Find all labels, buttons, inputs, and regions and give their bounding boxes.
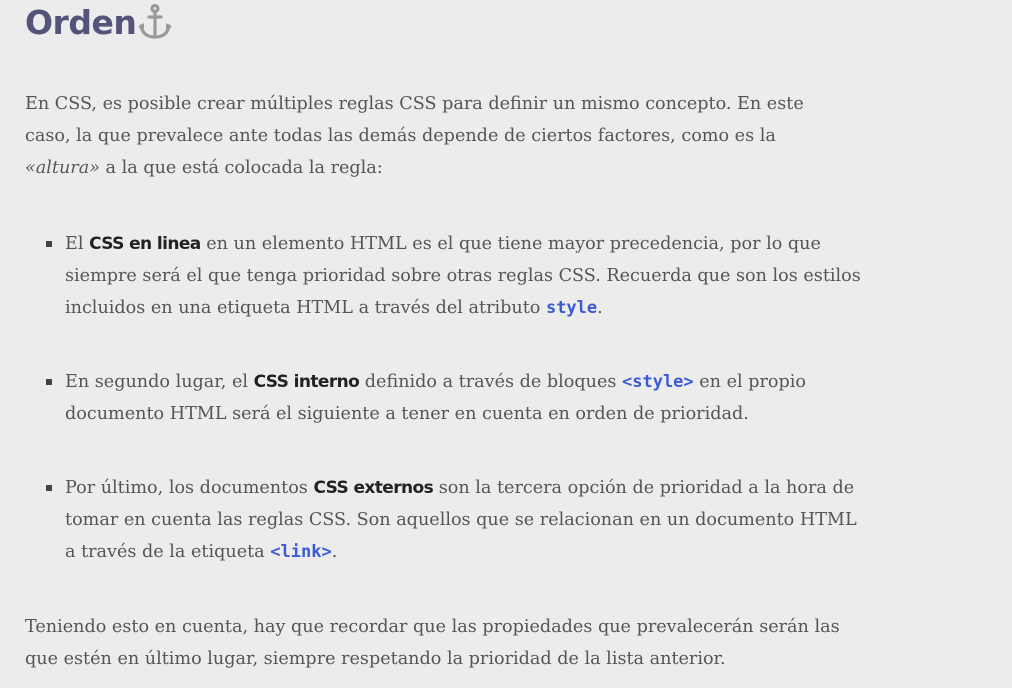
list-item-text: . (331, 542, 338, 562)
intro-paragraph: En CSS, es posible crear múltiples regla… (25, 88, 845, 184)
bullet-icon (46, 379, 52, 385)
priority-list-item-3-wrap: Por último, los documentos CSS externos … (46, 472, 865, 568)
list-item-strong: CSS en linea (89, 234, 201, 254)
list-item: El CSS en linea en un elemento HTML es e… (46, 228, 865, 324)
list-item-text: El (65, 234, 90, 254)
list-item-text: En segundo lugar, el (65, 372, 254, 392)
list-item-strong: CSS externos (313, 478, 434, 498)
list-item: Por último, los documentos CSS externos … (46, 472, 865, 568)
page: Orden En CSS, es posible crear múltiples… (0, 0, 1012, 688)
list-item-text: definido a través de bloques (359, 372, 622, 392)
outro-paragraph: Teniendo esto en cuenta, hay que recorda… (25, 617, 840, 669)
section-heading: Orden (25, 0, 137, 46)
intro-text-2: a la que está colocada la regla: (99, 158, 383, 178)
priority-list-item-1-wrap: El CSS en linea en un elemento HTML es e… (46, 228, 865, 324)
bullet-icon (46, 485, 52, 491)
anchor-icon[interactable] (136, 3, 174, 41)
list-item-code: style (545, 298, 598, 318)
bullet-icon (46, 241, 52, 247)
list-item-text: Por último, los documentos (65, 478, 314, 498)
list-item-text: . (597, 298, 603, 318)
list-item-code: <link> (270, 542, 332, 562)
intro-emphasis: «altura» (25, 158, 100, 178)
intro-text-1: En CSS, es posible crear múltiples regla… (25, 94, 804, 146)
priority-list-item-2-wrap: En segundo lugar, el CSS interno definid… (46, 366, 865, 430)
list-item: En segundo lugar, el CSS interno definid… (46, 366, 865, 430)
list-item-code: <style> (622, 372, 694, 392)
list-item-strong: CSS interno (253, 372, 360, 392)
heading-title: Orden (25, 3, 137, 42)
